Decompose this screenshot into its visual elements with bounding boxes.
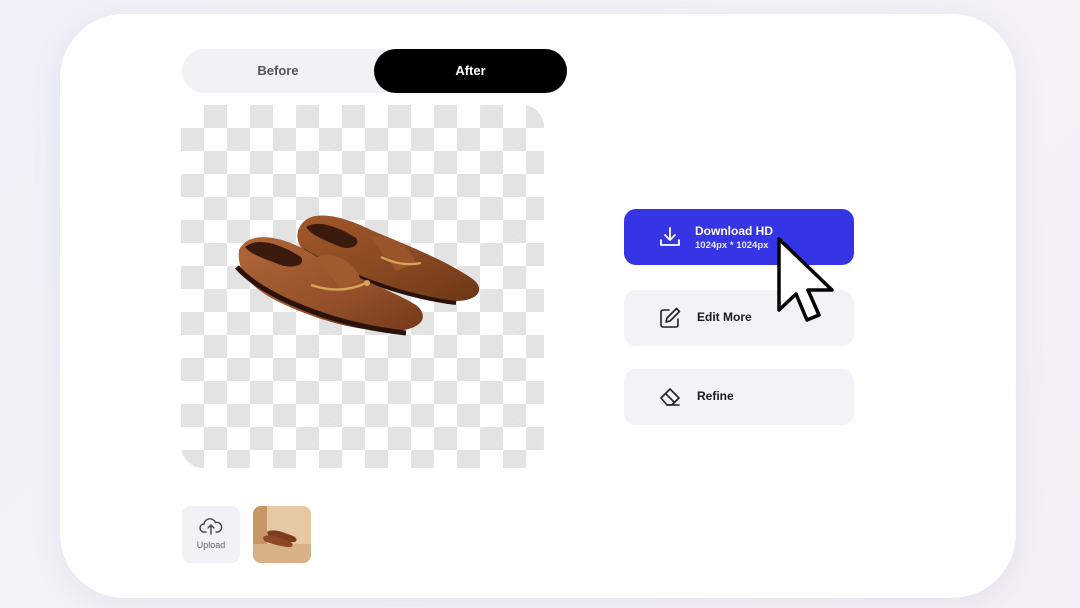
upload-button[interactable]: Upload	[182, 506, 240, 563]
toggle-after[interactable]: After	[374, 49, 567, 93]
download-hd-label: Download HD	[695, 224, 773, 238]
download-icon	[660, 227, 680, 246]
cloud-upload-icon	[199, 518, 223, 535]
upload-label: Upload	[196, 540, 226, 550]
original-image-thumbnail[interactable]	[253, 506, 311, 563]
toggle-before[interactable]: Before	[182, 49, 374, 93]
edit-icon	[660, 307, 681, 328]
download-resolution: 1024px * 1024px	[695, 240, 769, 251]
eraser-icon	[660, 388, 680, 406]
mouse-cursor-icon	[777, 237, 834, 322]
refine-button[interactable]: Refine	[624, 369, 854, 425]
refine-label: Refine	[697, 389, 734, 403]
edit-more-label: Edit More	[697, 310, 752, 324]
result-canvas	[181, 105, 544, 468]
shoes-image	[235, 215, 480, 336]
before-after-toggle: Before After	[182, 49, 567, 93]
thumbnail-image	[253, 506, 311, 563]
